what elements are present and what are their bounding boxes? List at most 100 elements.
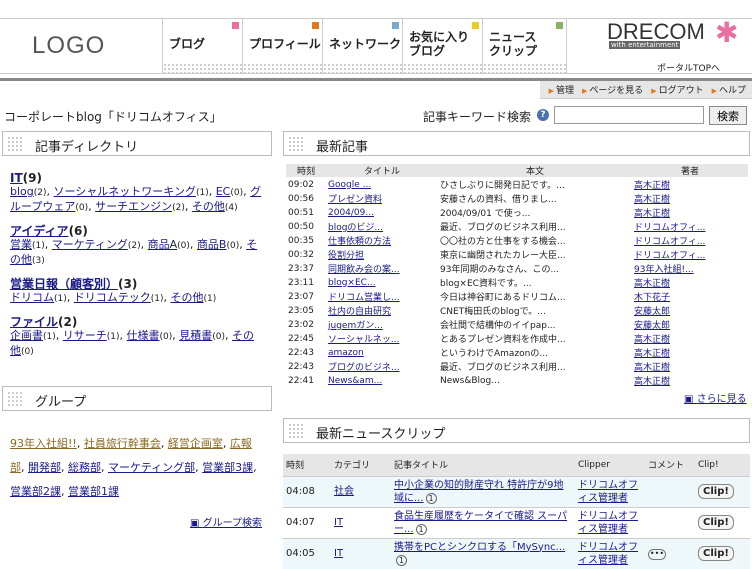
clip-button[interactable]: Clip! xyxy=(698,546,734,561)
subcategory-link[interactable]: blog xyxy=(10,185,34,198)
category-link[interactable]: アイディア xyxy=(10,224,69,238)
nav-news-clip[interactable]: ニュース クリップ xyxy=(482,18,566,74)
clip-title-link[interactable]: 中小企業の知的財産守れ 特許庁が9地域に... xyxy=(394,480,564,504)
clipper-link[interactable]: ドリコムオフィス管理者 xyxy=(578,542,638,566)
article-title-link[interactable]: 仕事依頼の方法 xyxy=(328,237,391,247)
nav-network[interactable]: ネットワーク xyxy=(322,18,402,74)
group-link[interactable]: 総務部 xyxy=(68,461,101,474)
site-logo[interactable]: LOGO xyxy=(0,18,162,74)
group-link[interactable]: 営業部1課 xyxy=(68,485,119,498)
group-search-link[interactable]: ▣ グループ検索 xyxy=(190,514,262,529)
article-title-link[interactable]: 役割分担 xyxy=(328,251,364,261)
article-title-link[interactable]: Google ... xyxy=(328,180,371,190)
article-author-link[interactable]: 安藤太郎 xyxy=(634,321,670,331)
clip-button[interactable]: Clip! xyxy=(698,515,734,530)
subcategory-count: (4) xyxy=(224,203,238,213)
help-link[interactable]: ヘルプ xyxy=(712,83,746,96)
nav-network-label[interactable]: ネットワーク xyxy=(329,37,401,51)
nav-blog[interactable]: ブログ xyxy=(162,18,242,74)
article-title-link[interactable]: 2004/09... xyxy=(328,208,374,218)
article-title-link[interactable]: blog×EC... xyxy=(328,278,376,288)
clip-count-badge[interactable]: 1 xyxy=(415,523,427,535)
article-title-link[interactable]: ソーシャルネッ... xyxy=(328,335,399,345)
nav-news-clip-label[interactable]: ニュース クリップ xyxy=(489,30,537,58)
admin-link[interactable]: 管理 xyxy=(549,83,574,96)
subcategory-link[interactable]: サーチエンジン xyxy=(95,200,172,213)
subcategory-link[interactable]: EC xyxy=(216,185,231,198)
article-title-link[interactable]: blogのビジ... xyxy=(328,223,383,233)
group-link[interactable]: 営業部3課 xyxy=(202,461,253,474)
search-input[interactable] xyxy=(554,106,704,124)
group-link[interactable]: 社員旅行幹事会 xyxy=(84,437,161,450)
subcategory-link[interactable]: その他 xyxy=(171,291,204,304)
article-title-link[interactable]: 同期飲み会の案... xyxy=(328,265,400,275)
comment-bubble-icon[interactable]: ••• xyxy=(648,549,666,560)
article-title-link[interactable]: News&am... xyxy=(328,376,382,386)
article-author-link[interactable]: ドリコムオフィ... xyxy=(634,223,705,233)
subcategory-link[interactable]: マーケティング xyxy=(52,238,128,251)
subcategory-link[interactable]: ドリコムテック xyxy=(74,291,151,304)
subcategory-link[interactable]: ドリコム xyxy=(10,291,54,304)
search-button[interactable]: 検索 xyxy=(709,106,747,125)
subcategory-count: (1) xyxy=(203,294,217,304)
clip-category-link[interactable]: 社会 xyxy=(334,486,354,497)
nav-favorite-blogs-label[interactable]: お気に入り ブログ xyxy=(409,30,469,58)
nav-profile[interactable]: プロフィール xyxy=(242,18,322,74)
group-link[interactable]: 93年入社組!! xyxy=(10,437,77,450)
clipper-link[interactable]: ドリコムオフィス管理者 xyxy=(578,511,638,535)
article-author-link[interactable]: 高木正樹 xyxy=(634,279,670,289)
subcategory-link[interactable]: 仕様書 xyxy=(127,329,160,342)
subcategory-link[interactable]: ソーシャルネットワーキング xyxy=(54,185,196,198)
category-link[interactable]: 営業日報（顧客別） xyxy=(10,277,118,291)
group-link[interactable]: 営業部2課 xyxy=(10,485,61,498)
nav-blog-label[interactable]: ブログ xyxy=(169,37,205,51)
logout-link[interactable]: ログアウト xyxy=(651,83,704,96)
subcategory-link[interactable]: 見積書 xyxy=(179,329,212,342)
group-search-label[interactable]: グループ検索 xyxy=(203,518,262,529)
subcategory-link[interactable]: 商品A xyxy=(148,238,178,251)
subcategory-link[interactable]: 営業 xyxy=(10,238,32,251)
group-link[interactable]: マーケティング部 xyxy=(108,461,195,474)
article-author-link[interactable]: 93年入社組!... xyxy=(634,265,694,275)
article-author-link[interactable]: ドリコムオフィ... xyxy=(634,237,705,247)
article-author-link[interactable]: 高木正樹 xyxy=(634,195,670,205)
article-author-link[interactable]: ドリコムオフィ... xyxy=(634,251,705,261)
article-author-link[interactable]: 高木正樹 xyxy=(634,209,670,219)
article-author-link[interactable]: 木下花子 xyxy=(634,293,670,303)
subcategory-link[interactable]: 商品B xyxy=(197,238,227,251)
view-page-link[interactable]: ページを見る xyxy=(582,83,643,96)
article-author-link[interactable]: 高木正樹 xyxy=(634,181,670,191)
subcategory-link[interactable]: 企画書 xyxy=(10,329,43,342)
nav-favorite-blogs[interactable]: お気に入り ブログ xyxy=(402,18,482,74)
help-icon[interactable]: ? xyxy=(537,109,549,121)
clip-title-link[interactable]: 携帯をPCとシンクロする「MySync... xyxy=(394,542,565,553)
article-title-link[interactable]: 社内の自由研究 xyxy=(328,307,391,317)
clipper-link[interactable]: ドリコムオフィス管理者 xyxy=(578,480,638,504)
article-author-link[interactable]: 高木正樹 xyxy=(634,349,670,359)
group-link[interactable]: 経営企画室 xyxy=(168,437,223,450)
site-header: LOGO ブログ プロフィール ネットワーク お気に入り ブログ ニュース クリ… xyxy=(0,0,752,81)
article-author-link[interactable]: 安藤太郎 xyxy=(634,307,670,317)
article-title-link[interactable]: amazon xyxy=(328,348,364,358)
category-link[interactable]: ファイル xyxy=(10,315,58,329)
article-author-link[interactable]: 高木正樹 xyxy=(634,335,670,345)
article-title-link[interactable]: ドリコム営業し... xyxy=(328,293,400,303)
category-link[interactable]: IT xyxy=(10,171,23,185)
clip-count-badge[interactable]: 1 xyxy=(425,492,437,504)
article-title-link[interactable]: jugemガン... xyxy=(328,321,383,331)
separator: , xyxy=(55,329,63,342)
subcategory-link[interactable]: その他 xyxy=(192,200,225,213)
article-author-link[interactable]: 高木正樹 xyxy=(634,363,670,373)
nav-profile-label[interactable]: プロフィール xyxy=(249,37,321,51)
portal-top-link[interactable]: ポータルTOPへ xyxy=(657,61,720,74)
group-link[interactable]: 開発部 xyxy=(28,461,61,474)
article-title-link[interactable]: プレゼン資料 xyxy=(328,195,382,205)
article-author-link[interactable]: 高木正樹 xyxy=(634,377,670,387)
clip-category-link[interactable]: IT xyxy=(334,548,343,559)
clip-button[interactable]: Clip! xyxy=(698,484,734,499)
article-title-link[interactable]: ブログのビジネ... xyxy=(328,363,400,373)
subcategory-link[interactable]: リサーチ xyxy=(63,329,107,342)
more-articles-label[interactable]: さらに見る xyxy=(697,394,747,405)
clip-category-link[interactable]: IT xyxy=(334,517,343,528)
more-articles-link[interactable]: ▣ さらに見る xyxy=(684,390,747,405)
